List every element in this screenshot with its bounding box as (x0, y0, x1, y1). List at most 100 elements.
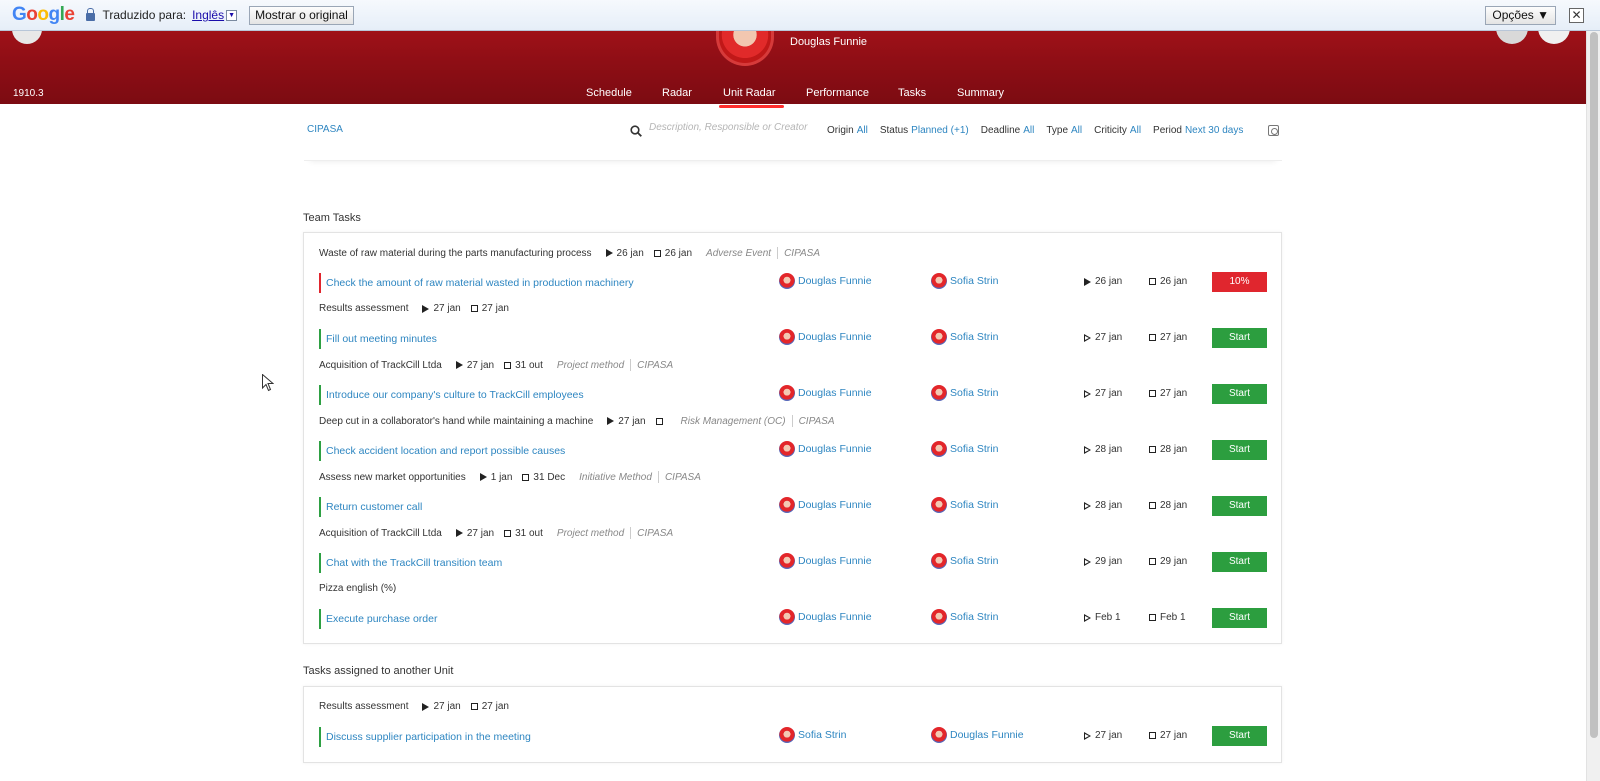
stop-icon (1149, 278, 1156, 285)
task-responsible[interactable]: Sofia Strin (779, 727, 846, 743)
task-start-date: 28 jan (1084, 444, 1122, 455)
tab-radar[interactable]: Radar (662, 87, 692, 99)
task-meta: Acquisition of TrackCill Ltda 27 jan 31 ou… (319, 359, 673, 371)
task-responsible[interactable]: Douglas Funnie (779, 385, 872, 401)
task-title-link[interactable]: Check accident location and report possi… (319, 441, 565, 461)
task-creator[interactable]: Sofia Strin (931, 497, 998, 513)
context-start-date: 27 jan (455, 360, 494, 371)
task-title-link[interactable]: Check the amount of raw material wasted … (319, 273, 634, 293)
play-icon (1084, 389, 1091, 398)
task-progress-button[interactable]: 10% (1212, 272, 1267, 292)
search-icon (630, 125, 642, 137)
task-creator[interactable]: Sofia Strin (931, 273, 998, 289)
task-responsible[interactable]: Douglas Funnie (779, 609, 872, 625)
show-original-button[interactable]: Mostrar o original (249, 5, 354, 25)
search-input[interactable] (649, 122, 829, 133)
task-row: Assess new market opportunities 1 jan 31 D… (319, 471, 1269, 526)
task-end-date: 26 jan (1149, 276, 1187, 287)
start-task-button[interactable]: Start (1212, 552, 1267, 572)
task-responsible[interactable]: Douglas Funnie (779, 329, 872, 345)
task-unit-tag: CIPASA (798, 415, 835, 427)
task-end-date: Feb 1 (1149, 612, 1186, 623)
task-responsible[interactable]: Douglas Funnie (779, 497, 872, 513)
task-meta: Pizza english (%) (319, 583, 396, 594)
filter-criticity[interactable]: Criticity All (1094, 125, 1141, 136)
start-task-button[interactable]: Start (1212, 328, 1267, 348)
stop-icon (1149, 558, 1156, 565)
task-row: Results assessment 27 jan 27 jan Fill out m… (319, 303, 1269, 358)
task-creator[interactable]: Sofia Strin (931, 329, 998, 345)
play-icon (455, 361, 463, 369)
divider (777, 247, 779, 259)
context-start-date: 27 jan (422, 701, 461, 712)
task-title-link[interactable]: Fill out meeting minutes (319, 329, 437, 349)
context-end-date: 31 Dec (522, 472, 565, 483)
task-creator[interactable]: Sofia Strin (931, 441, 998, 457)
stop-icon (655, 417, 663, 425)
tab-unit-radar[interactable]: Unit Radar (719, 87, 784, 108)
filter-type[interactable]: Type All (1046, 125, 1082, 136)
task-title-link[interactable]: Discuss supplier participation in the me… (319, 727, 531, 747)
unit-selector[interactable]: CIPASA (307, 124, 343, 135)
close-icon[interactable]: ✕ (1569, 8, 1584, 23)
scrollbar-thumb[interactable] (1590, 32, 1598, 738)
tab-schedule[interactable]: Schedule (586, 87, 632, 99)
task-creator[interactable]: Sofia Strin (931, 609, 998, 625)
play-icon (607, 417, 615, 425)
task-end-date: 28 jan (1149, 500, 1187, 511)
stop-icon (1149, 390, 1156, 397)
task-creator[interactable]: Douglas Funnie (931, 727, 1024, 743)
task-row: Waste of raw material during the parts m… (319, 247, 1269, 302)
avatar (931, 385, 947, 401)
task-title-link[interactable]: Execute purchase order (319, 609, 437, 629)
start-task-button[interactable]: Start (1212, 726, 1267, 746)
context-end-date: 31 out (504, 360, 543, 371)
avatar (931, 609, 947, 625)
task-responsible[interactable]: Douglas Funnie (779, 273, 872, 289)
language-link[interactable]: Inglês (192, 8, 224, 22)
start-task-button[interactable]: Start (1212, 384, 1267, 404)
filter-period[interactable]: Period Next 30 days (1153, 125, 1243, 136)
stop-icon (470, 703, 478, 710)
task-responsible[interactable]: Douglas Funnie (779, 441, 872, 457)
task-responsible[interactable]: Douglas Funnie (779, 553, 872, 569)
page-scrollbar[interactable] (1586, 0, 1600, 781)
task-title-link[interactable]: Chat with the TrackCill transition team (319, 553, 502, 573)
start-task-button[interactable]: Start (1212, 608, 1267, 628)
stop-icon (653, 249, 661, 257)
filters: Origin All Status Planned (+1) Deadline All… (827, 125, 1255, 136)
tab-tasks[interactable]: Tasks (898, 87, 926, 99)
tab-performance[interactable]: Performance (806, 87, 869, 99)
start-task-button[interactable]: Start (1212, 496, 1267, 516)
settings-icon[interactable] (1268, 125, 1279, 136)
divider (630, 359, 632, 371)
task-creator[interactable]: Sofia Strin (931, 553, 998, 569)
task-title-link[interactable]: Introduce our company's culture to Track… (319, 385, 584, 405)
team-tasks-card: Waste of raw material during the parts m… (303, 232, 1282, 644)
avatar (779, 727, 795, 743)
context-start-date: 27 jan (607, 416, 646, 427)
filter-status[interactable]: Status Planned (+1) (880, 125, 969, 136)
task-end-date: 29 jan (1149, 556, 1187, 567)
stop-icon (1149, 334, 1156, 341)
context-end-date: 27 jan (470, 303, 509, 314)
options-button[interactable]: Opções ▼ (1485, 6, 1556, 25)
task-context: Assess new market opportunities (319, 471, 466, 483)
task-origin-tag: Initiative Method (579, 471, 652, 483)
avatar (931, 553, 947, 569)
tab-summary[interactable]: Summary (957, 87, 1004, 99)
task-row: Pizza english (%) Execute purchase order D… (319, 583, 1269, 638)
stop-icon (504, 361, 512, 369)
task-meta: Assess new market opportunities 1 jan 31 D… (319, 471, 701, 483)
filter-origin[interactable]: Origin All (827, 125, 868, 136)
avatar (779, 273, 795, 289)
filter-deadline[interactable]: Deadline All (981, 125, 1035, 136)
stop-icon (1149, 614, 1156, 621)
task-context: Results assessment (319, 701, 409, 712)
play-icon (1084, 613, 1091, 622)
task-title-link[interactable]: Return customer call (319, 497, 422, 517)
task-meta: Results assessment 27 jan 27 jan (319, 701, 509, 712)
task-creator[interactable]: Sofia Strin (931, 385, 998, 401)
start-task-button[interactable]: Start (1212, 440, 1267, 460)
language-dropdown-icon[interactable]: ▼ (226, 9, 238, 21)
